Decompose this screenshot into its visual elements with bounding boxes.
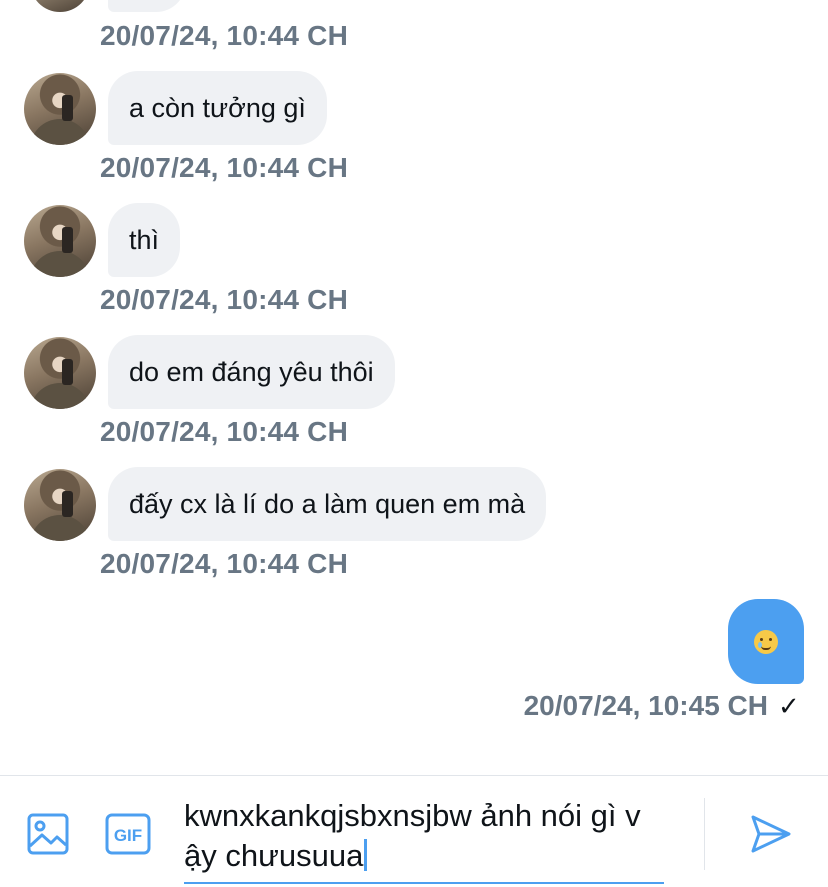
send-icon[interactable]	[748, 812, 794, 856]
message-input-value: kwnxkankqjsbxnsjbw ảnh nói gì vậy chưusu…	[184, 798, 641, 873]
text-caret	[364, 839, 368, 871]
message-composer: GIF kwnxkankqjsbxnsjbw ảnh nói gì vậy ch…	[0, 775, 828, 887]
partial-avatar	[30, 0, 90, 12]
message-timestamp: 20/07/24, 10:44 CH	[100, 20, 348, 51]
message-bubble-incoming[interactable]: đấy cx là lí do a làm quen em mà	[108, 467, 547, 541]
dm-conversation: 20/07/24, 10:44 CH a còn tưởng gì 20/07/…	[0, 0, 828, 887]
message-timestamp: 20/07/24, 10:45 CH	[523, 690, 768, 721]
message-bubble-outgoing[interactable]	[728, 599, 804, 684]
avatar[interactable]	[24, 469, 96, 541]
avatar[interactable]	[24, 73, 96, 145]
message-bubble-incoming[interactable]: thì	[108, 203, 181, 277]
face-holding-back-tears-icon	[754, 629, 778, 654]
message-input[interactable]: kwnxkankqjsbxnsjbw ảnh nói gì vậy chưusu…	[184, 796, 654, 876]
message-timestamp: 20/07/24, 10:44 CH	[100, 548, 348, 579]
message-timestamp: 20/07/24, 10:44 CH	[100, 284, 348, 315]
avatar[interactable]	[24, 205, 96, 277]
avatar[interactable]	[24, 337, 96, 409]
message-bubble-incoming[interactable]: do em đáng yêu thôi	[108, 335, 395, 409]
divider	[704, 798, 705, 870]
gif-icon[interactable]: GIF	[104, 812, 152, 856]
image-icon[interactable]	[26, 812, 70, 856]
message-bubble-incoming[interactable]: a còn tưởng gì	[108, 71, 327, 145]
message-timestamp: 20/07/24, 10:44 CH	[100, 152, 348, 183]
sent-check-icon: ✓	[778, 691, 800, 721]
input-underline	[184, 882, 664, 884]
partial-bubble	[108, 0, 186, 12]
gif-label: GIF	[114, 826, 142, 845]
message-timestamp: 20/07/24, 10:44 CH	[100, 416, 348, 447]
